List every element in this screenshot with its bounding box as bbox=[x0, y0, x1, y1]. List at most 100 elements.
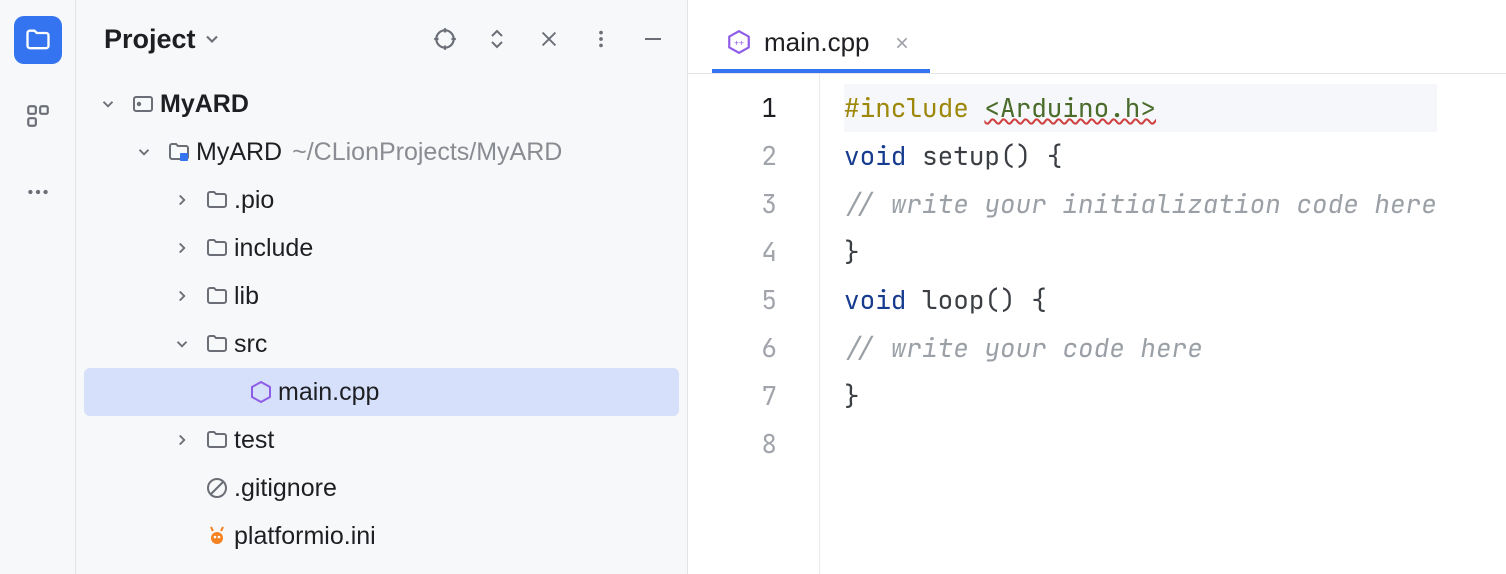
tree-node-label: MyARD bbox=[196, 138, 282, 167]
tree-root[interactable]: MyARD bbox=[76, 80, 687, 128]
code-line[interactable]: void setup() { bbox=[844, 132, 1437, 180]
minimize-panel-button[interactable] bbox=[637, 23, 669, 55]
tree-node-label: main.cpp bbox=[278, 378, 379, 407]
minimize-icon bbox=[641, 27, 665, 51]
gutter: 12345678 bbox=[688, 74, 820, 574]
gutter-line[interactable]: 3 bbox=[688, 180, 777, 228]
tree-node-label: .gitignore bbox=[234, 474, 337, 503]
code-line[interactable]: } bbox=[844, 228, 1437, 276]
tree-arrow-icon[interactable] bbox=[164, 431, 200, 449]
more-tools-button[interactable] bbox=[14, 168, 62, 216]
app-root: Project bbox=[0, 0, 1506, 574]
editor-tab[interactable]: ++ main.cpp bbox=[712, 15, 930, 73]
tree-node-include[interactable]: include bbox=[76, 224, 687, 272]
editor-tab-label: main.cpp bbox=[764, 27, 870, 58]
code-editor[interactable]: 12345678 #include <Arduino.h>void setup(… bbox=[688, 74, 1506, 574]
code-line[interactable]: void loop() { bbox=[844, 276, 1437, 324]
code-token: } bbox=[844, 234, 860, 269]
code-line[interactable]: // write your initialization code here bbox=[844, 180, 1437, 228]
code-line[interactable]: } bbox=[844, 372, 1437, 420]
code-token: <Arduino.h> bbox=[984, 90, 1156, 125]
expand-icon bbox=[485, 27, 509, 51]
chevron-down-icon[interactable] bbox=[126, 143, 162, 161]
tree-node-label: test bbox=[234, 426, 274, 455]
code-token: // write your initialization code here bbox=[844, 186, 1437, 221]
tree-node-lib[interactable]: lib bbox=[76, 272, 687, 320]
tree-node-path: ~/CLionProjects/MyARD bbox=[292, 138, 562, 167]
dir-icon bbox=[200, 188, 234, 212]
tree-node-test[interactable]: test bbox=[76, 416, 687, 464]
project-panel-header: Project bbox=[76, 0, 687, 78]
editor-area: ++ main.cpp 12345678 #include <Arduino.h… bbox=[688, 0, 1506, 574]
tree-node-label: MyARD bbox=[160, 90, 249, 119]
select-opened-file-button[interactable] bbox=[429, 23, 461, 55]
tree-node-label: lib bbox=[234, 282, 259, 311]
close-icon bbox=[538, 28, 560, 50]
dir-icon bbox=[200, 236, 234, 260]
gutter-line[interactable]: 1 bbox=[688, 84, 777, 132]
expand-collapse-button[interactable] bbox=[481, 23, 513, 55]
tree-node-label: src bbox=[234, 330, 267, 359]
hide-panel-button[interactable] bbox=[533, 23, 565, 55]
module-icon bbox=[162, 140, 196, 164]
code-token: #include bbox=[844, 90, 984, 125]
folder-icon bbox=[24, 26, 52, 54]
cpp-file-icon: ++ bbox=[726, 29, 752, 55]
tree-node--gitignore[interactable]: .gitignore bbox=[76, 464, 687, 512]
tree-arrow-icon[interactable] bbox=[164, 287, 200, 305]
activity-rail bbox=[0, 0, 76, 574]
project-panel-actions bbox=[429, 23, 669, 55]
tree-node-src[interactable]: src bbox=[76, 320, 687, 368]
dir-icon bbox=[200, 284, 234, 308]
more-vertical-icon bbox=[590, 28, 612, 50]
project-icon bbox=[126, 92, 160, 116]
chevron-down-icon[interactable] bbox=[90, 95, 126, 113]
gutter-line[interactable]: 6 bbox=[688, 324, 777, 372]
tree-node-label: .pio bbox=[234, 186, 274, 215]
code-lines[interactable]: #include <Arduino.h>void setup() {// wri… bbox=[820, 74, 1437, 574]
code-token: void bbox=[844, 138, 922, 173]
tree-node-label: include bbox=[234, 234, 313, 263]
panel-options-button[interactable] bbox=[585, 23, 617, 55]
project-panel-title[interactable]: Project bbox=[104, 24, 222, 55]
structure-tool-button[interactable] bbox=[14, 92, 62, 140]
gutter-line[interactable]: 4 bbox=[688, 228, 777, 276]
code-token: } bbox=[844, 378, 860, 413]
gutter-line[interactable]: 7 bbox=[688, 372, 777, 420]
more-horizontal-icon bbox=[25, 179, 51, 205]
code-token: void bbox=[844, 282, 922, 317]
code-token: setup bbox=[922, 138, 1000, 173]
target-icon bbox=[432, 26, 458, 52]
code-token: // write your code here bbox=[844, 330, 1203, 365]
project-tree[interactable]: MyARD MyARD ~/CLionProjects/MyARD .pio in… bbox=[76, 78, 687, 562]
svg-text:++: ++ bbox=[734, 37, 744, 47]
tree-node-main-cpp[interactable]: main.cpp bbox=[84, 368, 679, 416]
tree-node-label: platformio.ini bbox=[234, 522, 376, 551]
tree-arrow-icon[interactable] bbox=[164, 191, 200, 209]
gutter-line[interactable]: 8 bbox=[688, 420, 777, 468]
editor-tabs: ++ main.cpp bbox=[688, 0, 1506, 74]
code-line[interactable]: // write your code here bbox=[844, 324, 1437, 372]
cpp-icon bbox=[244, 380, 278, 404]
structure-icon bbox=[25, 103, 51, 129]
project-panel: Project bbox=[76, 0, 688, 574]
pio-icon bbox=[200, 524, 234, 548]
chevron-down-icon bbox=[202, 29, 222, 49]
code-line[interactable]: #include <Arduino.h> bbox=[844, 84, 1437, 132]
close-icon bbox=[894, 35, 910, 51]
close-tab-button[interactable] bbox=[888, 27, 916, 58]
tree-node--pio[interactable]: .pio bbox=[76, 176, 687, 224]
gutter-line[interactable]: 2 bbox=[688, 132, 777, 180]
project-tool-button[interactable] bbox=[14, 16, 62, 64]
code-token: () { bbox=[1000, 138, 1062, 173]
dir-icon bbox=[200, 428, 234, 452]
code-token: loop bbox=[922, 282, 984, 317]
gutter-line[interactable]: 5 bbox=[688, 276, 777, 324]
tree-node-platformio-ini[interactable]: platformio.ini bbox=[76, 512, 687, 560]
tree-arrow-icon[interactable] bbox=[164, 239, 200, 257]
tree-arrow-icon[interactable] bbox=[164, 335, 200, 353]
ignore-icon bbox=[200, 476, 234, 500]
tree-module[interactable]: MyARD ~/CLionProjects/MyARD bbox=[76, 128, 687, 176]
code-token: () { bbox=[984, 282, 1046, 317]
project-panel-title-text: Project bbox=[104, 24, 196, 55]
